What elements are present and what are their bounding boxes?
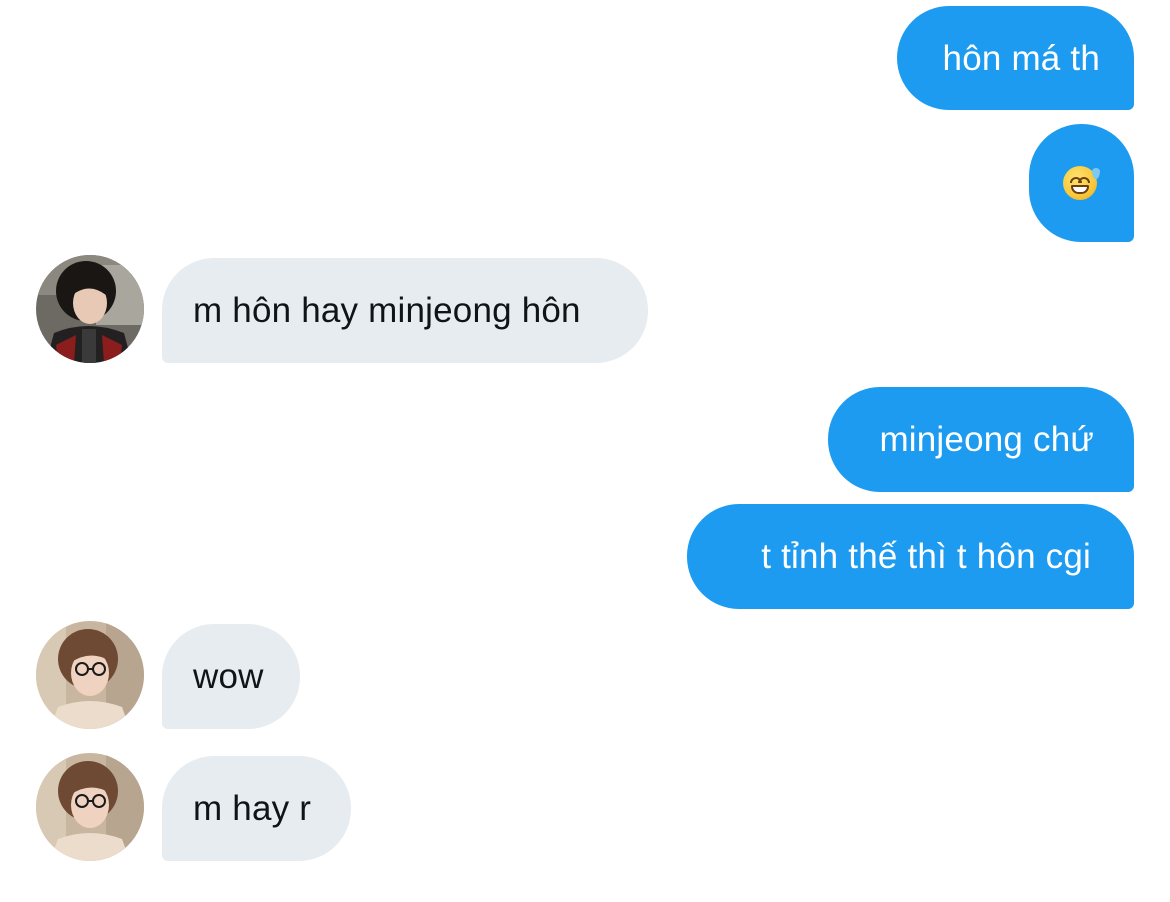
received-message-bubble[interactable]: wow bbox=[162, 624, 300, 729]
sent-message-bubble[interactable]: hôn má th bbox=[897, 6, 1134, 110]
sent-message-bubble[interactable] bbox=[1029, 124, 1134, 242]
message-text: minjeong chứ bbox=[879, 420, 1094, 459]
message-text: wow bbox=[193, 657, 264, 696]
sent-message-bubble[interactable]: minjeong chứ bbox=[828, 387, 1134, 492]
message-text: t tỉnh thế thì t hôn cgi bbox=[761, 537, 1091, 576]
message-text: hôn má th bbox=[942, 38, 1100, 78]
grinning-face-with-sweat-icon bbox=[1063, 166, 1100, 200]
message-text: m hôn hay minjeong hôn bbox=[193, 291, 581, 330]
received-message-bubble[interactable]: m hôn hay minjeong hôn bbox=[162, 258, 648, 363]
avatar[interactable] bbox=[36, 255, 144, 363]
avatar[interactable] bbox=[36, 621, 144, 729]
sent-message-bubble[interactable]: t tỉnh thế thì t hôn cgi bbox=[687, 504, 1134, 609]
received-message-bubble[interactable]: m hay r bbox=[162, 756, 351, 861]
message-text: m hay r bbox=[193, 789, 312, 828]
avatar[interactable] bbox=[36, 753, 144, 861]
